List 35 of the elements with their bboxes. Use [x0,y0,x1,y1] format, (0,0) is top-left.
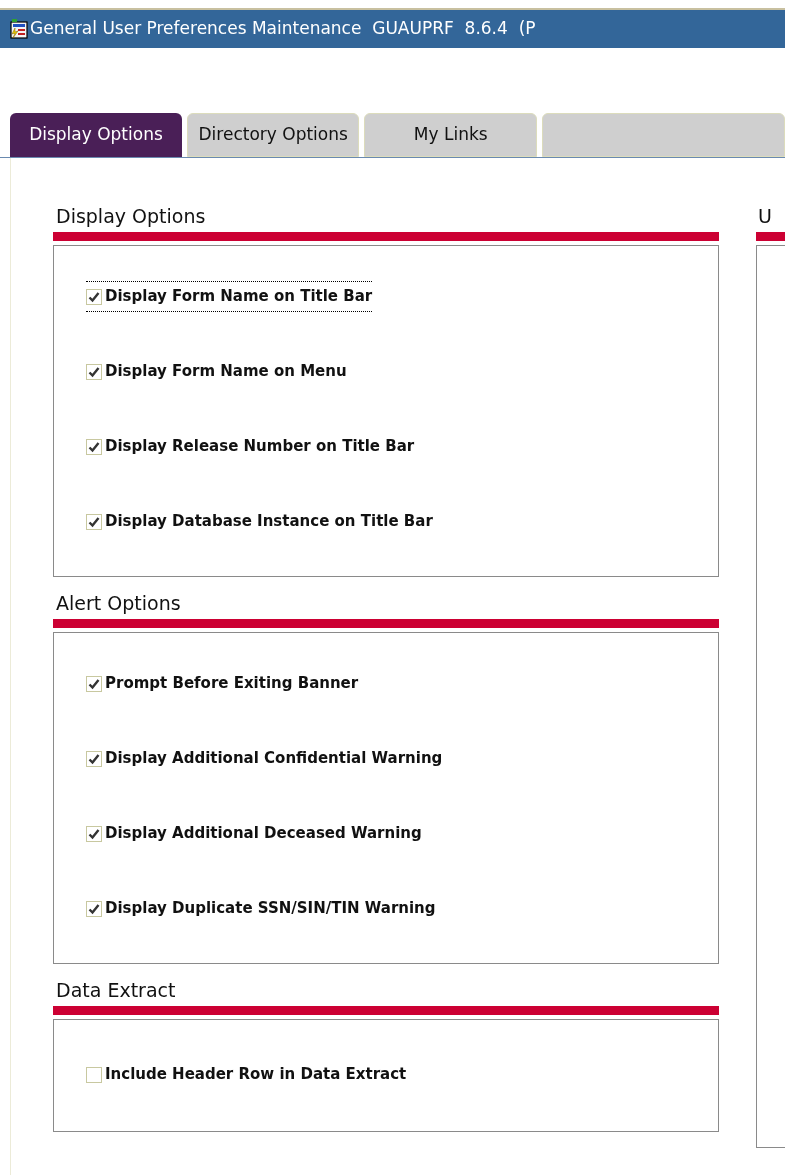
section-heading: Alert Options [55,591,182,615]
section-heading: U [757,204,773,228]
check-icon [88,515,100,528]
checkbox-option[interactable]: Prompt Before Exiting Banner [86,668,359,699]
section-heading: Data Extract [55,978,177,1002]
checkbox[interactable] [86,288,102,305]
checkbox[interactable] [86,675,102,692]
window-title: General User Preferences Maintenance GUAUPRF 8.6.4 (P [30,17,536,41]
section-heading: Display Options [55,204,207,228]
tab[interactable]: Display Options [10,113,182,157]
check-icon [88,677,100,690]
checkbox[interactable] [86,513,102,530]
checkbox-option[interactable]: Display Additional Confidential Warning [86,743,443,774]
tab[interactable]: My Links [364,113,537,157]
check-icon [88,902,100,915]
checkbox[interactable] [86,900,102,917]
check-icon [88,290,100,303]
checkbox-option[interactable]: Include Header Row in Data Extract [86,1059,407,1090]
checkbox-option[interactable]: Display Database Instance on Title Bar [86,506,433,537]
checkbox-option[interactable]: Display Form Name on Menu [86,356,347,387]
check-icon [88,365,100,378]
checkbox[interactable] [86,363,102,380]
checkbox-option[interactable]: Display Release Number on Title Bar [86,431,415,462]
check-icon [88,752,100,765]
checkbox-option[interactable]: Display Duplicate SSN/SIN/TIN Warning [86,893,436,924]
checkbox[interactable] [86,438,102,455]
checkbox-option[interactable]: Display Additional Deceased Warning [86,818,422,849]
app-icon [10,19,28,39]
checkbox[interactable] [86,825,102,842]
checkbox-option[interactable]: Display Form Name on Title Bar [86,281,373,312]
checkbox[interactable] [86,750,102,767]
check-icon [88,440,100,453]
tab[interactable]: Directory Options [186,113,360,157]
checkbox[interactable] [86,1066,102,1083]
check-icon [88,827,100,840]
